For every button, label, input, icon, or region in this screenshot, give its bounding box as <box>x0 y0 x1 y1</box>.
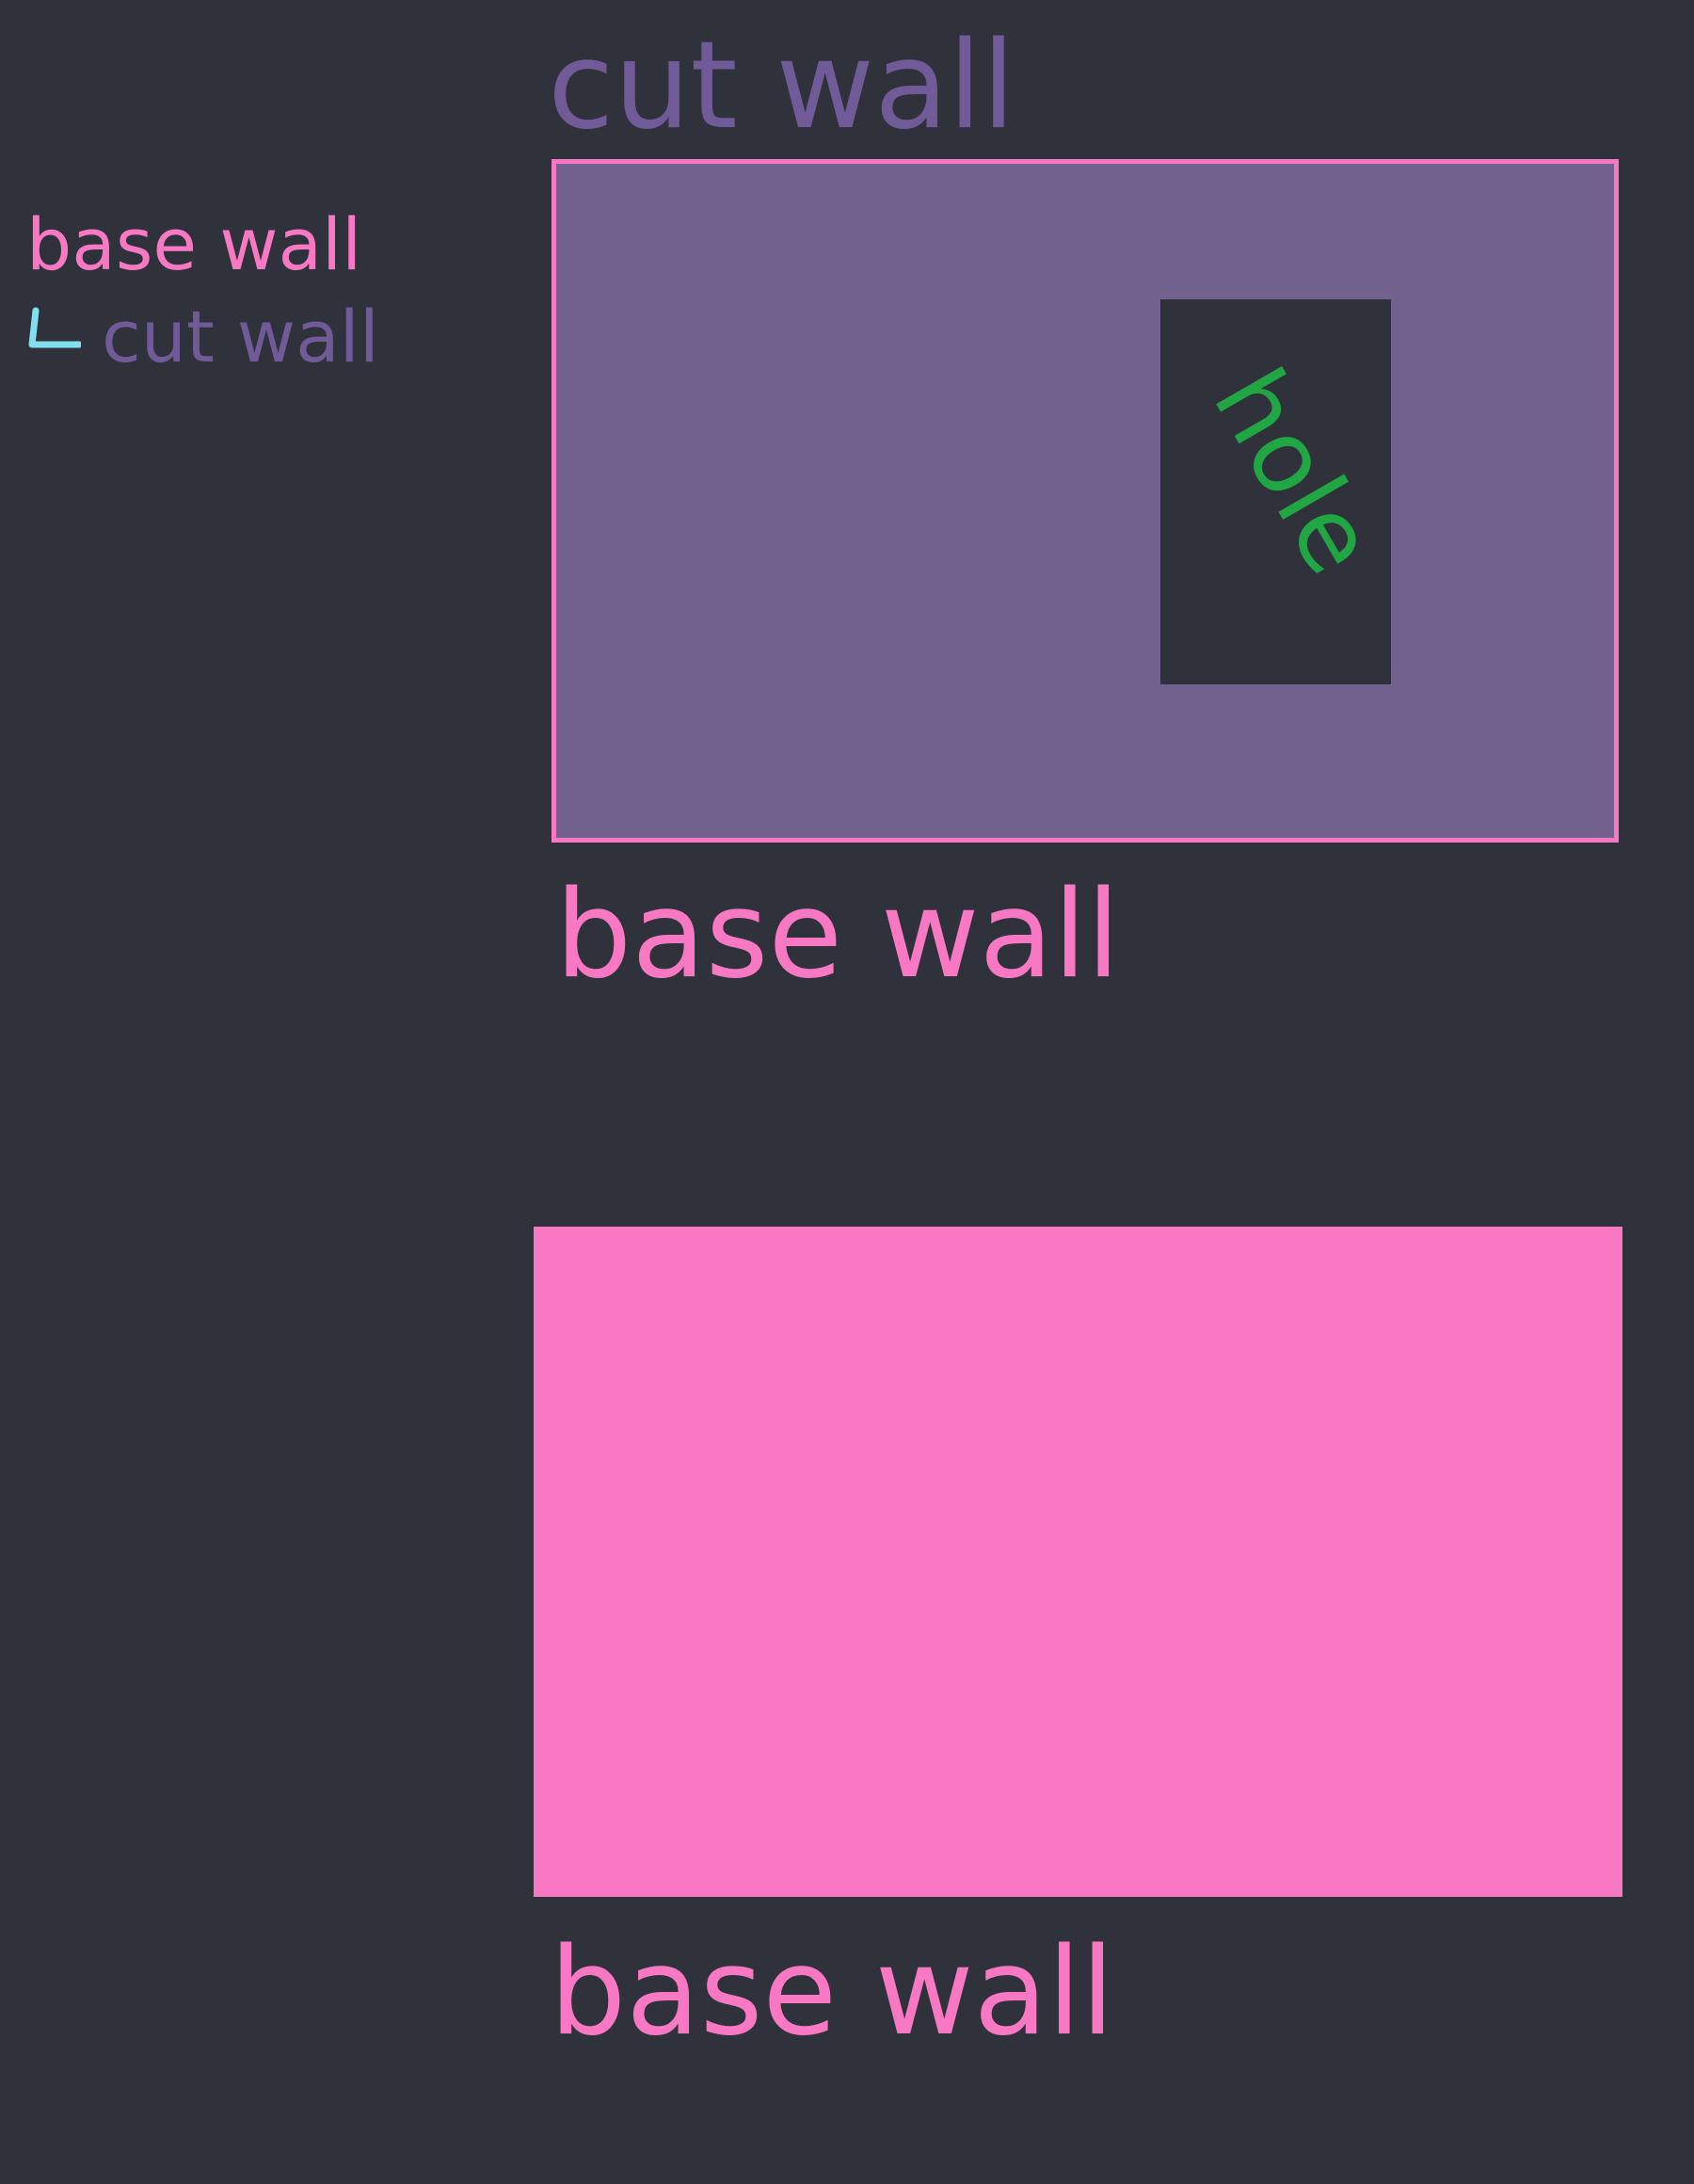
tree-branch-icon <box>28 307 81 348</box>
legend-base-wall-label: base wall <box>26 202 362 286</box>
legend-cut-wall-label: cut wall <box>102 295 379 378</box>
top-base-wall-caption: base wall <box>555 865 1121 1005</box>
cut-wall-title: cut wall <box>548 16 1015 156</box>
diagram-canvas: base wall cut wall cut wall hole base wa… <box>0 0 1694 2184</box>
bottom-base-wall-caption: base wall <box>550 1922 1115 2063</box>
base-wall-rect <box>534 1227 1622 1897</box>
cut-wall-rect <box>551 159 1619 843</box>
